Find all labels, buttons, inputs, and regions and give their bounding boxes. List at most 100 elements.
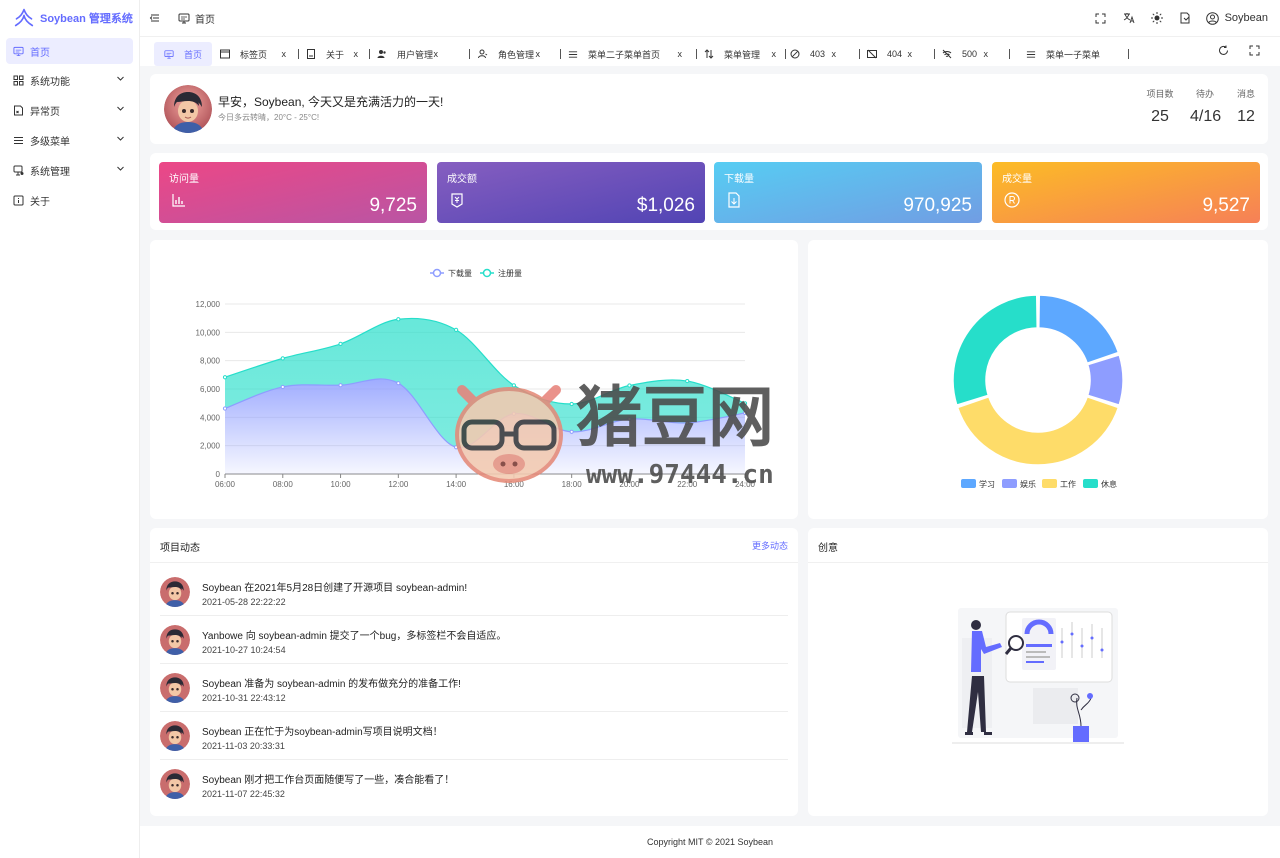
x-tick-label: 20:00: [619, 480, 640, 489]
sidebar-item[interactable]: 关于: [6, 186, 133, 214]
menu-collapse-icon[interactable]: [148, 11, 162, 25]
close-icon[interactable]: x: [984, 49, 989, 59]
sidebar-item[interactable]: 系统管理: [6, 156, 133, 184]
pie-slice[interactable]: [952, 294, 1038, 406]
data-point[interactable]: [338, 383, 343, 388]
user-menu[interactable]: Soybean: [1205, 11, 1268, 25]
data-point[interactable]: [627, 383, 632, 388]
legend-label: 娱乐: [1020, 479, 1036, 489]
legend-item[interactable]: 工作: [1042, 479, 1076, 489]
metric-tile: 成交额 $1,026: [437, 162, 705, 223]
sidebar-item-label: 异常页: [30, 106, 60, 118]
close-icon[interactable]: x: [908, 49, 913, 59]
close-icon[interactable]: x: [434, 49, 439, 59]
x-tick-label: 24:00: [735, 480, 756, 489]
app-logo[interactable]: Soybean 管理系统: [0, 0, 139, 36]
tab[interactable]: 关于 x: [306, 45, 358, 63]
tab[interactable]: 首页: [154, 42, 212, 66]
legend-item[interactable]: 休息: [1083, 479, 1117, 489]
sidebar-item[interactable]: 异常页: [6, 96, 133, 124]
welcome-card: 早安，Soybean, 今天又是充满活力的一天! 今日多云转晴，20°C - 2…: [150, 74, 1268, 144]
sidebar-item[interactable]: 系统功能: [6, 66, 133, 94]
data-point[interactable]: [569, 401, 574, 407]
data-point[interactable]: [627, 416, 632, 422]
breadcrumb[interactable]: 首页: [178, 11, 215, 26]
tab[interactable]: 标签页 x: [220, 45, 286, 63]
legend-label: 学习: [979, 479, 995, 489]
tab[interactable]: 菜单一子菜单: [1026, 45, 1126, 63]
data-point[interactable]: [396, 381, 401, 386]
data-point[interactable]: [685, 378, 690, 384]
tab-separator: [1009, 49, 1010, 59]
pie-slice[interactable]: [1086, 354, 1124, 406]
close-icon[interactable]: x: [678, 49, 683, 59]
theme-config-icon[interactable]: [1178, 11, 1192, 25]
tab[interactable]: 500 x: [942, 45, 988, 63]
data-point[interactable]: [454, 445, 459, 450]
metric-label: 成交量: [1002, 174, 1032, 185]
sun-icon[interactable]: [1150, 11, 1164, 25]
close-icon[interactable]: x: [536, 49, 541, 59]
sidebar: Soybean 管理系统 首页 系统功能异常页多级菜单 系统管理 关于: [0, 0, 140, 858]
sidebar-item[interactable]: 多级菜单: [6, 126, 133, 154]
activity-card: 项目动态 更多动态 Soybean 在2021年5月28日创建了开源项目 soy…: [150, 528, 798, 816]
avatar: [160, 673, 190, 703]
tab[interactable]: 404 x: [867, 45, 912, 63]
data-point[interactable]: [338, 341, 343, 346]
data-point[interactable]: [685, 420, 690, 426]
legend-item[interactable]: 娱乐: [1002, 479, 1036, 489]
more-activity-link[interactable]: 更多动态: [752, 539, 788, 552]
stat-value: 25: [1151, 108, 1169, 125]
tab[interactable]: 用户管理 x: [377, 45, 438, 63]
legend-item[interactable]: 注册量: [480, 268, 522, 278]
stat-value: 12: [1237, 108, 1255, 125]
tab[interactable]: 403 x: [790, 45, 836, 63]
close-icon[interactable]: x: [832, 49, 837, 59]
tab-separator: [560, 49, 561, 59]
tab-separator: [785, 49, 786, 59]
welcome-greeting: 早安，Soybean, 今天又是充满活力的一天!: [218, 95, 444, 109]
close-icon[interactable]: x: [772, 49, 777, 59]
top-header: 首页 Soybean: [140, 0, 1280, 36]
data-point[interactable]: [222, 406, 228, 411]
activity-text: Soybean 正在忙于为soybean-admin写项目说明文档！: [202, 727, 443, 738]
data-point[interactable]: [511, 383, 516, 388]
y-tick-label: 12,000: [196, 300, 221, 309]
data-point[interactable]: [454, 327, 459, 333]
avatar: [160, 577, 190, 607]
data-point[interactable]: [396, 317, 401, 322]
activity-item: Soybean 刚才把工作台页面随便写了一些，凑合能看了！ 2021-11-07 …: [160, 760, 788, 808]
activity-title: 项目动态: [160, 543, 200, 554]
data-point[interactable]: [280, 384, 285, 390]
data-point[interactable]: [742, 401, 748, 406]
tab[interactable]: 菜单管理 x: [704, 45, 776, 63]
data-point[interactable]: [511, 411, 516, 416]
legend-label: 休息: [1101, 479, 1117, 489]
sidebar-item[interactable]: 首页: [6, 38, 133, 64]
legend-item[interactable]: 学习: [961, 479, 995, 489]
tab[interactable]: 角色管理 x: [478, 45, 540, 63]
fullscreen-icon[interactable]: [1094, 11, 1108, 25]
tab[interactable]: 菜单二子菜单首页 x: [568, 45, 682, 63]
legend-item[interactable]: 下载量: [430, 268, 472, 278]
translate-icon[interactable]: [1122, 11, 1136, 25]
stat-value: 4/16: [1190, 108, 1222, 125]
metric-tile: 成交量 9,527: [992, 162, 1260, 223]
activity-text: Soybean 准备为 soybean-admin 的发布做充分的准备工作!: [202, 679, 461, 690]
close-icon[interactable]: x: [354, 49, 359, 59]
refresh-icon[interactable]: [1218, 45, 1229, 59]
y-tick-label: 2,000: [200, 442, 221, 451]
pie-slice[interactable]: [956, 396, 1120, 466]
data-point[interactable]: [742, 410, 748, 416]
fullscreen-content-icon[interactable]: [1249, 45, 1260, 59]
money-bag-icon: [449, 192, 465, 208]
users-icon: [377, 49, 387, 59]
close-icon[interactable]: x: [282, 49, 287, 59]
x-tick-label: 18:00: [562, 480, 583, 489]
tab-label: 菜单管理: [724, 49, 761, 60]
data-point[interactable]: [569, 429, 574, 434]
data-point[interactable]: [222, 375, 228, 380]
bar-chart-icon: [171, 192, 187, 208]
data-point[interactable]: [280, 356, 285, 361]
pie-slice[interactable]: [1038, 294, 1120, 364]
